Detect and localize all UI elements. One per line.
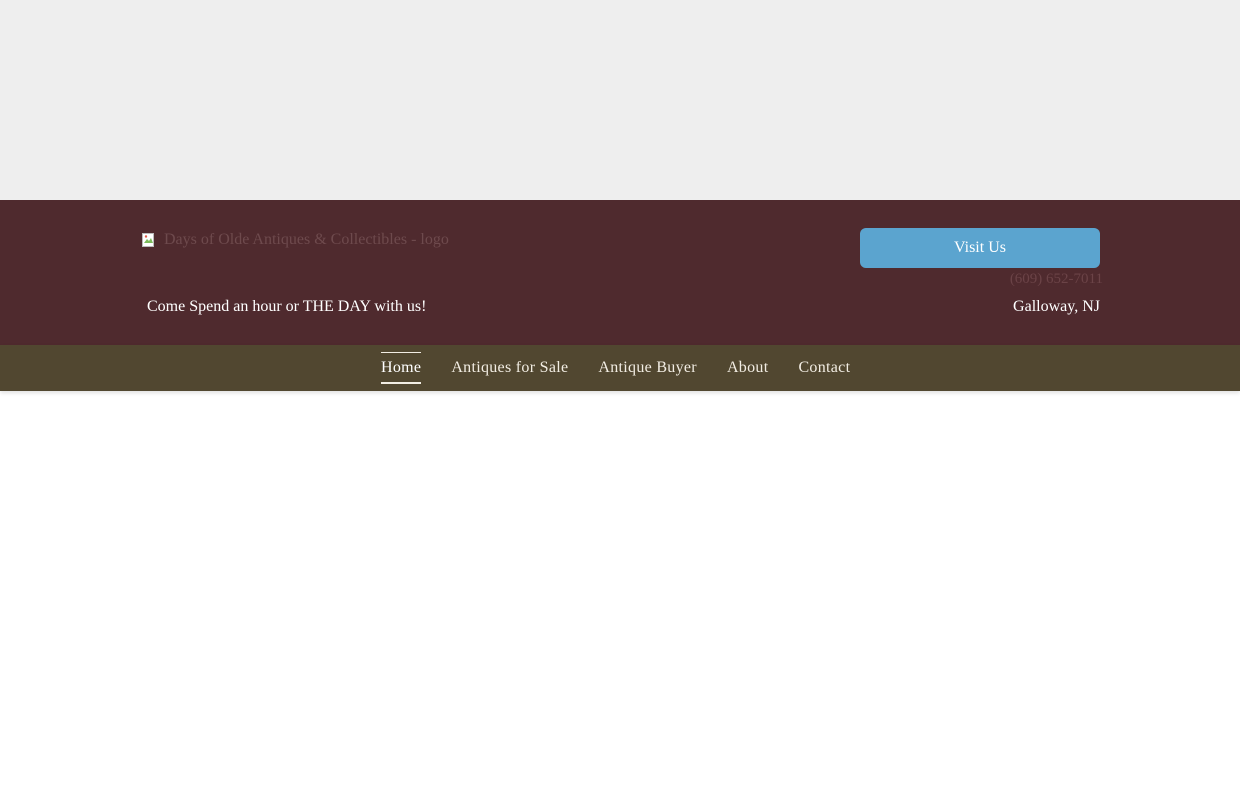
tagline: Come Spend an hour or THE DAY with us! (147, 298, 427, 315)
nav-item-antique-buyer[interactable]: Antique Buyer (598, 353, 697, 383)
nav-item-about[interactable]: About (727, 353, 769, 383)
logo-alt-text: Days of Olde Antiques & Collectibles - l… (164, 231, 449, 248)
visit-us-button[interactable]: Visit Us (860, 228, 1100, 268)
broken-image-icon (142, 233, 156, 247)
location-text: Galloway, NJ (1013, 298, 1100, 315)
nav-item-antiques-for-sale[interactable]: Antiques for Sale (451, 353, 568, 383)
nav-list: Home Antiques for Sale Antique Buyer Abo… (381, 345, 850, 391)
site-header: Days of Olde Antiques & Collectibles - l… (0, 200, 1240, 345)
nav-item-home[interactable]: Home (381, 352, 422, 384)
site-logo[interactable]: Days of Olde Antiques & Collectibles - l… (142, 230, 449, 250)
main-nav: Home Antiques for Sale Antique Buyer Abo… (0, 345, 1240, 391)
nav-item-contact[interactable]: Contact (798, 353, 850, 383)
top-banner (0, 0, 1240, 200)
phone-link[interactable]: (609) 652-7011 (1010, 271, 1103, 288)
